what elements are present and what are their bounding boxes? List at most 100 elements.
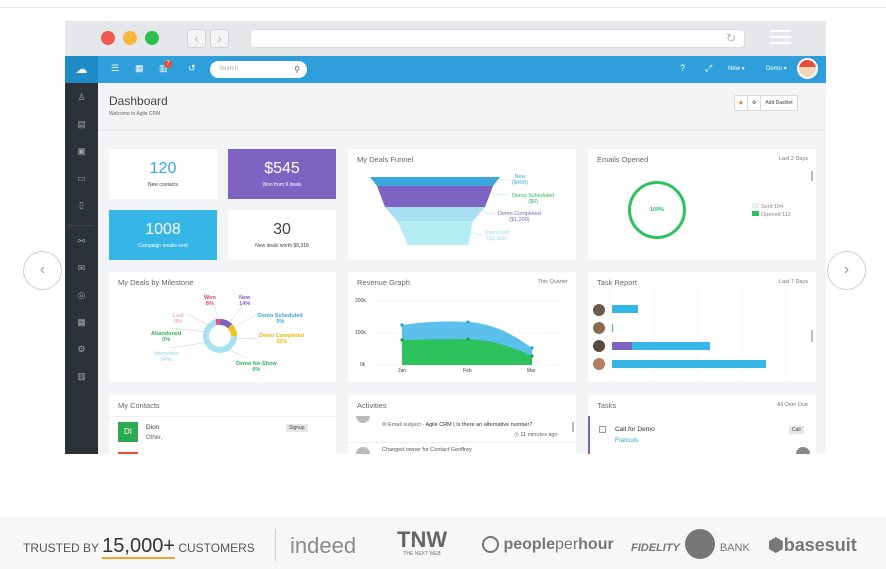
address-bar[interactable]: ↻ <box>250 29 745 48</box>
web-icon[interactable]: ◎ <box>65 290 98 301</box>
pie-label-new: New 14% <box>239 295 251 307</box>
stat-campaign-emails[interactable]: 1008 Campaign emails sent <box>109 210 217 260</box>
deals-icon[interactable]: ▣ <box>65 146 98 157</box>
hamburger-icon[interactable] <box>771 30 791 46</box>
funnel-label-new: New ($400) <box>512 174 528 186</box>
browser-chrome: ‹ › ↻ <box>65 21 826 56</box>
reports-icon[interactable]: ▥ <box>65 371 98 382</box>
companies-icon[interactable]: ▤ <box>65 119 98 130</box>
expand-icon[interactable]: ⤢ <box>705 63 712 74</box>
reload-icon[interactable]: ↻ <box>726 31 736 45</box>
forward-button[interactable]: › <box>210 29 229 48</box>
contact-name[interactable]: Dion <box>146 424 159 431</box>
deals-funnel-card: My Deals Funnel New ($400) Demo Scheduled… <box>348 149 576 260</box>
pie-label-abandoned: Abandoned 0% <box>151 331 182 343</box>
y-tick: 200k <box>355 298 366 304</box>
stat-value: 30 <box>273 221 291 238</box>
pie-label-demo-completed: Demo Completed 32% <box>259 333 305 345</box>
contact-tag[interactable]: Signup <box>286 424 308 432</box>
history-icon[interactable]: ↺ <box>188 63 196 74</box>
page-title: Dashboard <box>109 94 168 108</box>
task-report-chart <box>593 290 787 377</box>
activity-item[interactable]: Changed owner for Contact Geoffrey <box>382 447 472 453</box>
funnel-stage-demo-completed <box>385 207 485 221</box>
activity-time: ◷ 11 minutes ago <box>514 432 558 438</box>
legend-opened: Opened:112 <box>752 211 791 218</box>
deals-milestone-card: My Deals by Milestone Won 8% New 14% Lost 0… <box>109 272 336 382</box>
stat-value: $545 <box>264 160 300 177</box>
x-tick: Mar <box>527 368 536 374</box>
list-icon[interactable]: ☰ <box>111 63 119 74</box>
y-tick: 0k <box>360 362 366 368</box>
search-input[interactable]: Search ⚲ <box>210 61 307 78</box>
mail-icon: ✉ <box>382 422 387 428</box>
card-title: My Contacts <box>118 401 160 410</box>
task-tag[interactable]: Call <box>789 426 804 434</box>
back-button[interactable]: ‹ <box>187 29 206 48</box>
stat-new-contacts[interactable]: 120 New contacts <box>109 149 217 199</box>
dashboard-main: Dashboard Welcome to Agile CRM ◆ ⚙ Add D… <box>98 83 826 454</box>
avatar[interactable] <box>797 58 818 79</box>
dashboard-toolbar: ◆ ⚙ Add Dashlet <box>734 95 798 111</box>
notification-badge: 7 <box>164 60 172 68</box>
range-label[interactable]: All Over Due <box>777 402 808 408</box>
revenue-chart <box>370 300 566 366</box>
x-tick: Jan <box>398 368 407 374</box>
cloud-logo-icon[interactable]: ☁ <box>65 56 98 83</box>
tnw-logo: TNW THE NEXT WEB <box>397 527 448 558</box>
stat-label: Campaign emails sent <box>138 243 188 249</box>
help-icon[interactable]: ? <box>680 63 685 73</box>
range-label[interactable]: Last 2 Days <box>779 156 808 162</box>
activities-card: Activities ✉ Email subject - Agile CRM |… <box>348 395 576 454</box>
funnel-label-demo-scheduled: Demo Scheduled ($0) <box>512 193 555 205</box>
forms-icon[interactable]: ▦ <box>65 317 98 328</box>
workflow-icon[interactable]: ⚯ <box>65 236 98 247</box>
milestone-pie <box>170 304 258 359</box>
settings-icon[interactable]: ⚙ <box>65 344 98 355</box>
new-menu[interactable]: New ▾ <box>728 65 745 72</box>
peopleperhour-logo: peopleperhour <box>482 536 614 554</box>
search-icon[interactable]: ⚲ <box>294 61 300 78</box>
task-owner[interactable]: Francois <box>615 438 638 444</box>
pie-label-won: Won 8% <box>204 295 216 307</box>
calendar-icon[interactable]: ▦ <box>135 63 144 74</box>
stat-new-deals[interactable]: 30 New deals worth $5,318 <box>228 210 336 260</box>
browser-window: ‹ › ↻ ☁ ☰ ▦ ▥ 7 ↺ Search ⚲ ? ⤢ New ▾ Demo… <box>65 21 826 454</box>
funnel-stage-interested <box>397 221 473 245</box>
widgets-icon[interactable]: ◆ <box>735 96 748 110</box>
fidelity-logo: FIDELITY BANK <box>631 529 750 559</box>
chat-icon[interactable]: ✉ <box>65 263 98 274</box>
search-placeholder: Search <box>219 66 239 72</box>
maximize-dot[interactable] <box>145 31 159 45</box>
documents-icon[interactable]: ▯ <box>65 200 98 211</box>
stat-label: Won from 9 deals <box>262 182 302 188</box>
activity-item[interactable]: ✉ Email subject - Agile CRM | Is there a… <box>382 422 532 428</box>
task-report-card: Task Report Last 7 Days <box>588 272 816 382</box>
cases-icon[interactable]: ▭ <box>65 173 98 184</box>
stat-value: 120 <box>149 160 177 177</box>
carousel-next-button[interactable]: › <box>827 251 866 290</box>
task-name[interactable]: Call for Demo <box>615 426 655 433</box>
contact-avatar[interactable]: DI <box>118 422 138 442</box>
basesuit-logo: ⬢basesuit <box>768 535 857 555</box>
user-menu[interactable]: Demo ▾ <box>766 65 787 72</box>
contacts-icon[interactable]: ♙ <box>65 92 98 103</box>
close-dot[interactable] <box>101 31 115 45</box>
y-tick: 100k <box>355 330 366 336</box>
carousel-prev-button[interactable]: ‹ <box>23 251 62 290</box>
card-title: Activities <box>357 401 387 410</box>
funnel-stage-demo-scheduled <box>377 186 493 207</box>
add-dashlet-button[interactable]: Add Dashlet <box>761 96 796 110</box>
stat-won[interactable]: $545 Won from 9 deals <box>228 149 336 199</box>
revenue-graph-card: Revenue Graph This Quarter 200k 100k 0k … <box>348 272 576 382</box>
pie-label-lost: Lost 0% <box>173 313 184 325</box>
emails-opened-percent: 100% <box>649 207 665 213</box>
funnel-stage-new <box>370 177 500 186</box>
stat-label: New deals worth $5,318 <box>255 243 309 249</box>
sidebar: ♙ ▤ ▣ ▭ ▯ ⚯ ✉ ◎ ▦ ⚙ ▥ <box>65 83 98 454</box>
gear-icon[interactable]: ⚙ <box>748 96 762 110</box>
tasks-card: Tasks All Over Due Call for Demo Call Fr… <box>588 395 816 454</box>
task-checkbox[interactable] <box>599 426 606 433</box>
minimize-dot[interactable] <box>123 31 137 45</box>
trusted-logos-strip: TRUSTED BY 15,000+ CUSTOMERS indeed TNW … <box>0 517 886 569</box>
